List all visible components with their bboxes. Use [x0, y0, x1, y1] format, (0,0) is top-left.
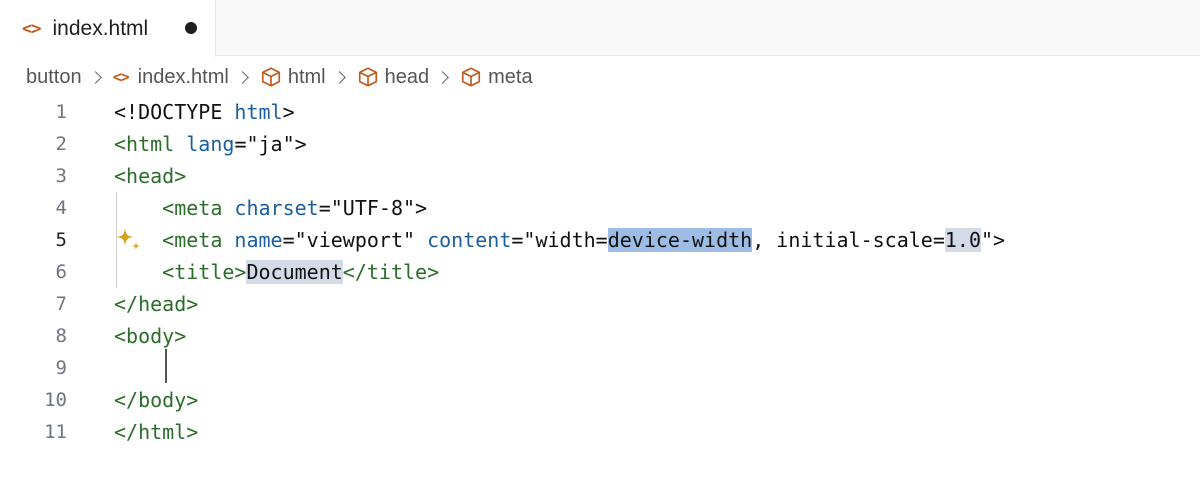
code-line[interactable]: 11 </html> — [0, 416, 1200, 448]
tab-index-html[interactable]: <> index.html — [0, 0, 216, 57]
code-text: <!DOCTYPE html> — [114, 100, 295, 124]
line-number: 6 — [55, 261, 67, 283]
breadcrumb-label: button — [26, 65, 82, 88]
code-text: </head> — [114, 292, 199, 316]
line-number: 8 — [55, 325, 67, 347]
code-line[interactable]: 7 </head> — [0, 288, 1200, 320]
line-number: 1 — [55, 101, 67, 123]
line-number: 11 — [44, 421, 67, 443]
chevron-right-icon — [88, 70, 102, 84]
code-text: <title>Document</title> — [114, 260, 440, 284]
code-text: <head> — [114, 164, 187, 188]
line-number: 9 — [55, 357, 67, 379]
cube-icon — [462, 67, 481, 87]
code-text: <meta charset="UTF-8"> — [114, 196, 428, 220]
line-number: 10 — [44, 389, 67, 411]
cube-icon — [358, 67, 377, 87]
code-line[interactable]: 3 <head> — [0, 160, 1200, 192]
breadcrumb-item-button[interactable]: button — [26, 66, 82, 89]
code-line[interactable]: 4 <meta charset="UTF-8"> — [0, 192, 1200, 224]
code-line[interactable]: 9 — [0, 352, 1200, 384]
breadcrumb-item-head[interactable]: head — [357, 65, 430, 89]
unsaved-dot-icon[interactable] — [185, 22, 197, 34]
tab-bar: <> index.html — [0, 0, 1200, 57]
chevron-right-icon — [436, 70, 449, 84]
code-text: <meta name="viewport" content="width=dev… — [114, 228, 1006, 252]
line-number: 4 — [55, 197, 67, 219]
code-line[interactable]: 2 <html lang="ja"> — [0, 128, 1200, 160]
code-text: </html> — [114, 420, 199, 444]
code-line[interactable]: 6 <title>Document</title> — [0, 256, 1200, 288]
breadcrumb-item-file[interactable]: <> index.html — [113, 66, 229, 89]
breadcrumb-label: meta — [488, 65, 533, 88]
code-line[interactable]: 8 <body> — [0, 320, 1200, 352]
code-line[interactable]: 10 </body> — [0, 384, 1200, 416]
breadcrumb-label: head — [384, 65, 430, 88]
code-brackets-icon: <> — [112, 68, 130, 86]
line-number: 2 — [55, 133, 67, 155]
line-number: 5 — [55, 229, 67, 251]
highlighted-text: 1.0 — [944, 228, 981, 252]
chevron-right-icon — [235, 70, 249, 84]
code-brackets-icon: <> — [22, 18, 42, 39]
breadcrumb-item-meta[interactable]: meta — [460, 65, 533, 89]
selected-text: device-width — [607, 228, 753, 252]
breadcrumb-label: html — [287, 65, 326, 88]
line-number: 3 — [55, 165, 67, 187]
breadcrumb: button <> index.html html head meta — [26, 63, 533, 91]
breadcrumb-item-html[interactable]: html — [260, 66, 326, 89]
code-text: <body> — [114, 324, 187, 348]
cube-icon — [261, 67, 280, 87]
chevron-right-icon — [332, 70, 346, 84]
code-text: </body> — [114, 388, 199, 412]
breadcrumb-label: index.html — [137, 65, 229, 88]
code-line[interactable]: 1 <!DOCTYPE html> — [0, 96, 1200, 128]
line-number: 7 — [55, 293, 67, 315]
code-text: <html lang="ja"> — [114, 132, 307, 156]
highlighted-text: Document — [246, 260, 343, 284]
code-line-active[interactable]: 5 <meta name="viewport" content="width=d… — [0, 224, 1200, 256]
tab-label: index.html — [52, 16, 149, 40]
